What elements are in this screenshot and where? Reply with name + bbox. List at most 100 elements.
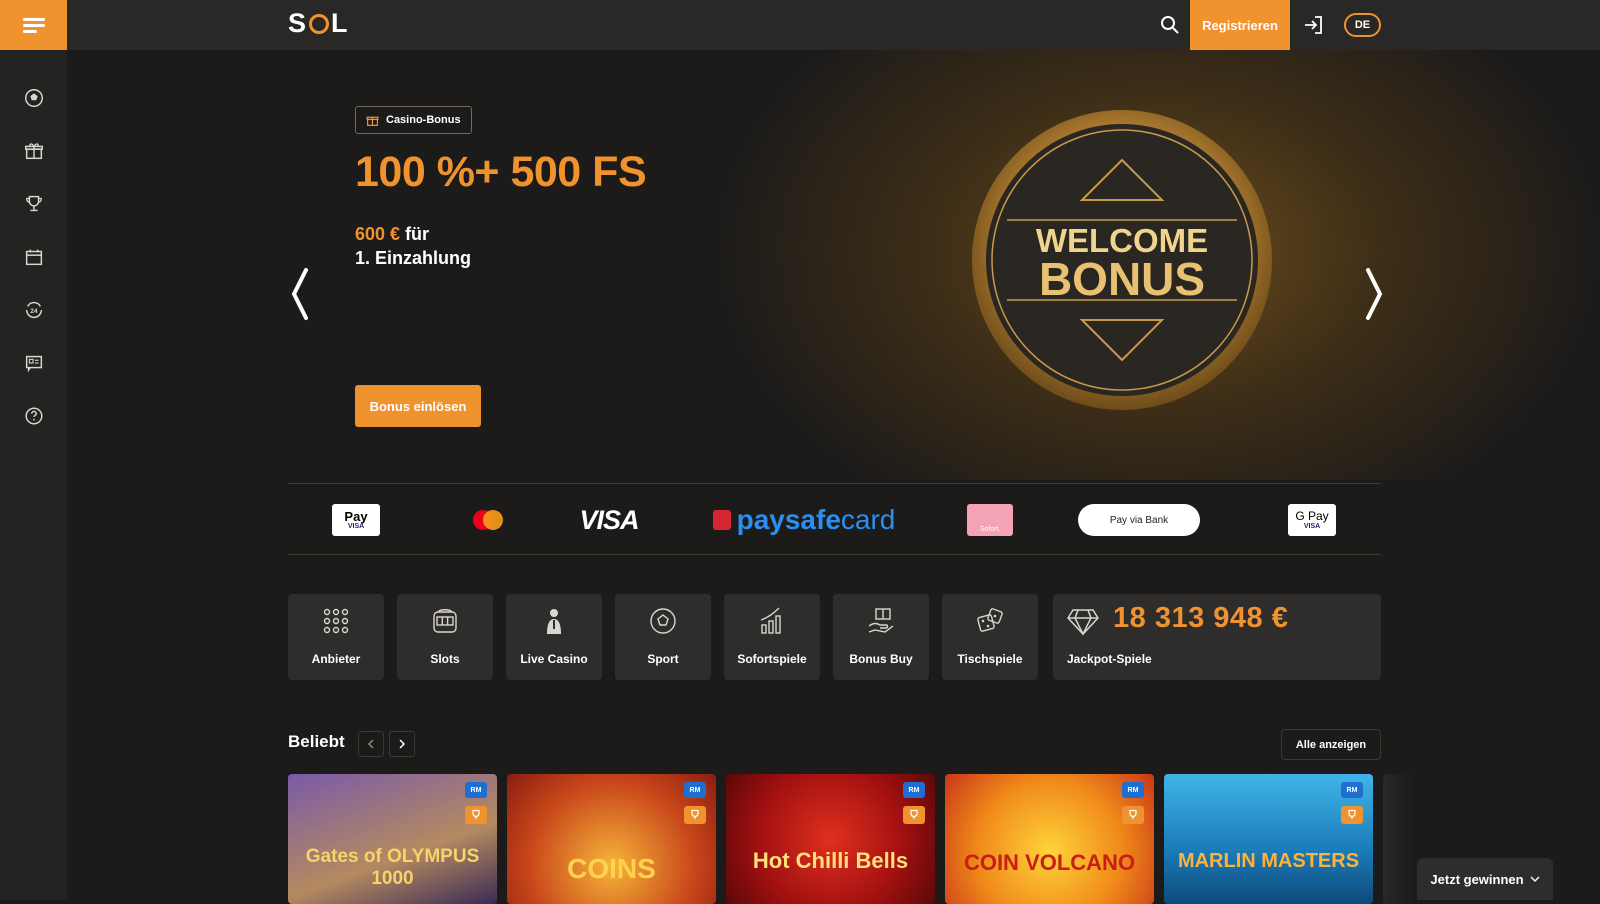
mastercard-logo	[470, 504, 506, 536]
hamburger-icon	[22, 15, 45, 36]
bonus-amount: 600 €	[355, 224, 401, 244]
jetzt-gewinnen-button[interactable]: Jetzt gewinnen	[1417, 858, 1553, 900]
google-pay-logo: G Pay VISA	[1288, 504, 1336, 536]
win-button-label: Jetzt gewinnen	[1430, 871, 1524, 887]
category-anbieter[interactable]: Anbieter	[288, 594, 384, 680]
soccer-ball-icon	[650, 608, 676, 634]
logo-letter-s: S	[288, 8, 308, 38]
category-label: Slots	[430, 652, 460, 666]
popular-prev-button[interactable]	[358, 731, 384, 757]
game-card[interactable]: COINS RM	[507, 774, 716, 904]
game-card[interactable]: Hot Chilli Bells RM	[726, 774, 935, 904]
category-sofortspiele[interactable]: Sofortspiele	[724, 594, 820, 680]
hand-gift-icon	[868, 608, 894, 633]
rm-badge: RM	[465, 782, 487, 798]
rm-badge: RM	[903, 782, 925, 798]
paysafecard-logo: paysafe card	[708, 504, 900, 536]
payment-methods: Pay VISA VISA paysafe card Sofort. Pay vi…	[288, 483, 1381, 555]
trophy-icon	[1341, 806, 1363, 824]
popular-next-button[interactable]	[389, 731, 415, 757]
trophy-icon[interactable]	[20, 190, 47, 217]
badge-label: Casino-Bonus	[386, 114, 461, 126]
coin-text-bonus: BONUS	[1039, 253, 1205, 305]
bonus-amount-suffix: für	[405, 224, 430, 244]
menu-button[interactable]	[0, 0, 67, 50]
google-pay-visa-label: VISA	[1303, 523, 1321, 530]
rm-badge: RM	[684, 782, 706, 798]
category-jackpot[interactable]: 18 313 948 € Jackpot-Spiele	[1053, 594, 1381, 680]
search-icon[interactable]	[1158, 13, 1182, 37]
svg-text:24: 24	[30, 307, 38, 314]
google-pay-label: G Pay	[1295, 509, 1329, 523]
game-title: COIN VOLCANO	[963, 850, 1136, 875]
register-button[interactable]: Registrieren	[1190, 0, 1290, 50]
category-slots[interactable]: Slots	[397, 594, 493, 680]
category-label: Bonus Buy	[849, 652, 913, 666]
soccer-ball-icon[interactable]	[20, 84, 47, 111]
trophy-icon	[465, 806, 487, 824]
category-label: Sport	[647, 652, 679, 666]
claim-bonus-button[interactable]: Bonus einlösen	[355, 385, 481, 427]
section-title-popular: Beliebt	[288, 732, 345, 751]
apple-pay-visa-label: VISA	[347, 523, 365, 530]
sofort-logo: Sofort.	[967, 504, 1013, 536]
category-tischspiele[interactable]: Tischspiele	[942, 594, 1038, 680]
category-bonus-buy[interactable]: Bonus Buy	[833, 594, 929, 680]
gift-icon	[366, 116, 379, 126]
game-card[interactable]: Gates of OLYMPUS 1000 RM	[288, 774, 497, 904]
category-label: Sofortspiele	[737, 652, 807, 666]
login-icon[interactable]	[1302, 13, 1326, 37]
pay-via-bank-logo: Pay via Bank	[1078, 504, 1200, 536]
paysafe-card-label: card	[840, 504, 896, 535]
help-icon[interactable]	[20, 402, 47, 429]
dice-icon	[977, 608, 1003, 632]
game-card[interactable]: COIN VOLCANO RM	[945, 774, 1154, 904]
support-24-icon[interactable]: 24	[20, 296, 47, 323]
top-bar: S L Registrieren DE	[0, 0, 1600, 50]
logo[interactable]: S L	[288, 8, 349, 39]
dealer-icon	[547, 609, 561, 634]
sun-icon	[309, 13, 330, 34]
bonus-headline: 100 %+ 500 FS	[355, 148, 647, 196]
game-title: COINS	[567, 853, 656, 884]
game-card-partial[interactable]	[1383, 774, 1413, 904]
gift-icon[interactable]	[20, 137, 47, 164]
show-all-button[interactable]: Alle anzeigen	[1281, 729, 1381, 760]
jackpot-amount: 18 313 948 €	[1113, 602, 1289, 634]
casino-bonus-badge: Casino-Bonus	[355, 106, 472, 134]
carousel-prev-icon[interactable]	[286, 266, 316, 322]
visa-logo: VISA	[579, 504, 639, 535]
grid-icon	[323, 608, 349, 634]
trophy-icon	[903, 806, 925, 824]
rm-badge: RM	[1341, 782, 1363, 798]
trophy-icon	[1122, 806, 1144, 824]
slot-machine-icon	[433, 609, 457, 633]
sidebar: 24	[0, 50, 67, 900]
category-label: Tischspiele	[957, 652, 1023, 666]
bonus-deposit-line: 1. Einzahlung	[355, 248, 472, 268]
game-title: MARLIN MASTERS	[1177, 850, 1360, 872]
trophy-icon	[684, 806, 706, 824]
game-title: Hot Chilli Bells	[752, 848, 909, 873]
game-card[interactable]: MARLIN MASTERS RM	[1164, 774, 1373, 904]
calendar-icon[interactable]	[20, 243, 47, 270]
welcome-bonus-coin: WELCOME BONUS	[972, 110, 1272, 410]
hero-banner: WELCOME BONUS Casino-Bonus 100 %+ 500 FS…	[67, 50, 1600, 480]
bonus-subline: 600 € für 1. Einzahlung	[355, 222, 471, 270]
category-live-casino[interactable]: Live Casino	[506, 594, 602, 680]
category-label: Live Casino	[520, 652, 588, 666]
category-sport[interactable]: Sport	[615, 594, 711, 680]
language-button[interactable]: DE	[1344, 13, 1381, 37]
crash-chart-icon	[760, 607, 781, 634]
chevron-left-icon	[367, 739, 374, 749]
chevron-down-icon	[1530, 876, 1540, 882]
diamond-icon	[1067, 609, 1099, 636]
apple-pay-logo: Pay VISA	[332, 504, 380, 536]
logo-letter-l: L	[331, 8, 349, 38]
paysafe-label: paysafe	[736, 504, 841, 535]
jackpot-label: Jackpot-Spiele	[1067, 652, 1152, 666]
apple-pay-label: Pay	[344, 509, 368, 524]
news-icon[interactable]	[20, 349, 47, 376]
game-title: Gates of OLYMPUS 1000	[305, 846, 480, 889]
carousel-next-icon[interactable]	[1358, 266, 1388, 322]
